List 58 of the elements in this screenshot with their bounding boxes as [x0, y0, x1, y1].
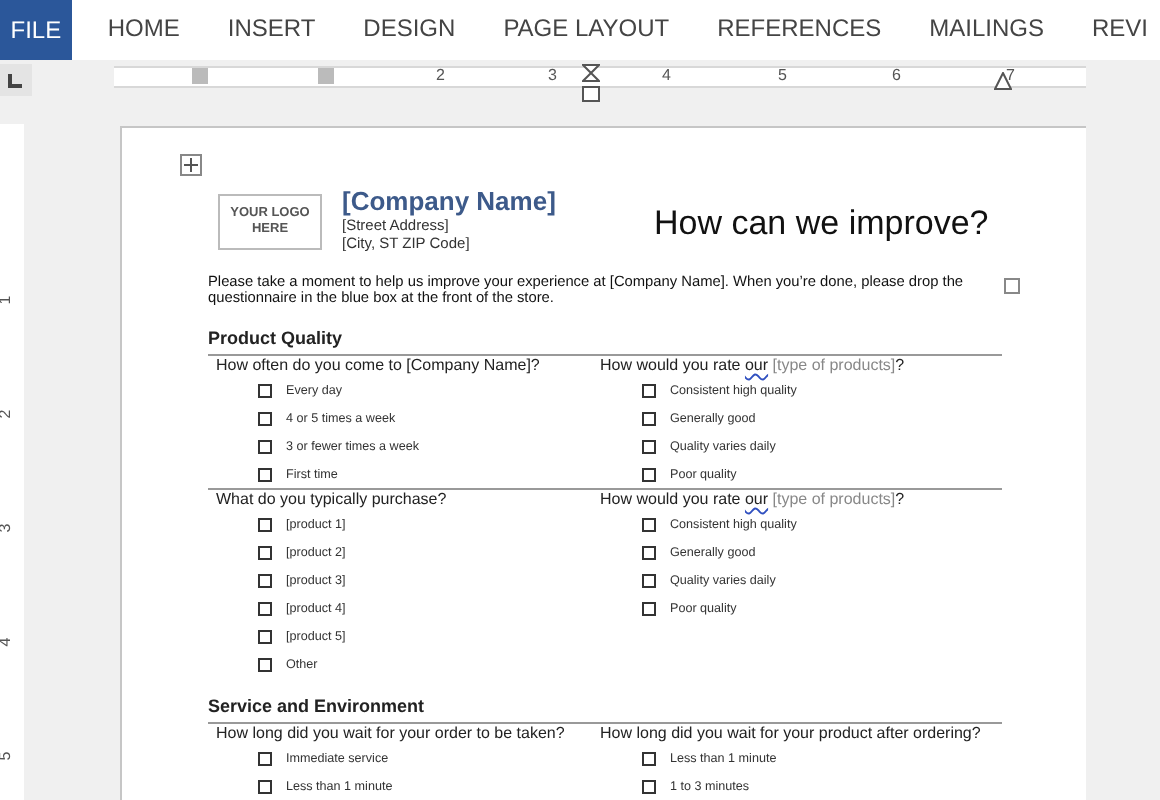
- ruler-number: 5: [0, 751, 17, 761]
- ribbon-tab[interactable]: MAILINGS: [893, 0, 1044, 60]
- ribbon-tab[interactable]: REFERENCES: [681, 0, 882, 60]
- checkbox[interactable]: [642, 779, 656, 793]
- checkbox[interactable]: [258, 573, 272, 587]
- ruler-number: 2: [0, 409, 17, 419]
- margin-marker-icon[interactable]: [192, 68, 208, 84]
- question-text: How long did you wait for your product after ordering?: [600, 724, 983, 744]
- checkbox[interactable]: [258, 411, 272, 425]
- checkbox[interactable]: [258, 517, 272, 531]
- checkbox[interactable]: [258, 383, 272, 397]
- ruler-number: 3: [0, 523, 17, 533]
- ruler-number: 4: [662, 66, 671, 86]
- checkbox[interactable]: [258, 467, 272, 481]
- ruler-number: 5: [778, 66, 787, 86]
- question-text: What do you typically purchase?: [216, 490, 449, 510]
- ribbon-tab[interactable]: REVI: [1055, 0, 1148, 60]
- ribbon-tab[interactable]: INSERT: [191, 0, 316, 60]
- ruler-number: 4: [0, 637, 17, 647]
- checkbox[interactable]: [642, 439, 656, 453]
- ruler-number: 1: [0, 295, 17, 305]
- section-heading: Service and Environment: [208, 694, 427, 720]
- question-text: How long did you wait for your order to be taken?: [216, 724, 567, 744]
- question-text: How would you rate our [type of products]?: [600, 490, 907, 510]
- checkbox[interactable]: [642, 601, 656, 615]
- checkbox[interactable]: [642, 383, 656, 397]
- checkbox[interactable]: [642, 517, 656, 531]
- question-text: How often do you come to [Company Name]?: [216, 356, 542, 376]
- indent-marker-icon[interactable]: [582, 64, 600, 104]
- checkbox[interactable]: [642, 545, 656, 559]
- checkbox[interactable]: [258, 657, 272, 671]
- checkbox[interactable]: [258, 779, 272, 793]
- ribbon-tab[interactable]: HOME: [71, 0, 180, 60]
- file-tab[interactable]: FILE: [0, 0, 72, 60]
- checkbox[interactable]: [642, 411, 656, 425]
- form-title: How can we improve?: [654, 204, 989, 246]
- ribbon-tab[interactable]: DESIGN: [327, 0, 456, 60]
- move-handle-icon[interactable]: [180, 154, 202, 176]
- checkbox[interactable]: [258, 629, 272, 643]
- ruler-number: 6: [892, 66, 901, 86]
- indent-marker-icon[interactable]: [994, 72, 1012, 90]
- checkbox[interactable]: [258, 545, 272, 559]
- ruler-number: 2: [436, 66, 445, 86]
- question-text: How would you rate our [type of products]?: [600, 356, 907, 376]
- checkbox[interactable]: [642, 573, 656, 587]
- tab-stop-icon[interactable]: [0, 64, 32, 96]
- checkbox[interactable]: [258, 601, 272, 615]
- checkbox[interactable]: [258, 751, 272, 765]
- margin-marker-icon[interactable]: [318, 68, 334, 84]
- ribbon-tab[interactable]: PAGE LAYOUT: [467, 0, 670, 60]
- ruler-number: 7: [1006, 66, 1015, 86]
- ruler-number: 3: [548, 66, 557, 86]
- checkbox[interactable]: [642, 751, 656, 765]
- checkbox[interactable]: [642, 467, 656, 481]
- section-heading: Product Quality: [208, 326, 345, 352]
- checkbox[interactable]: [258, 439, 272, 453]
- checkbox[interactable]: [1004, 278, 1020, 294]
- company-name: [Company Name]: [342, 186, 558, 216]
